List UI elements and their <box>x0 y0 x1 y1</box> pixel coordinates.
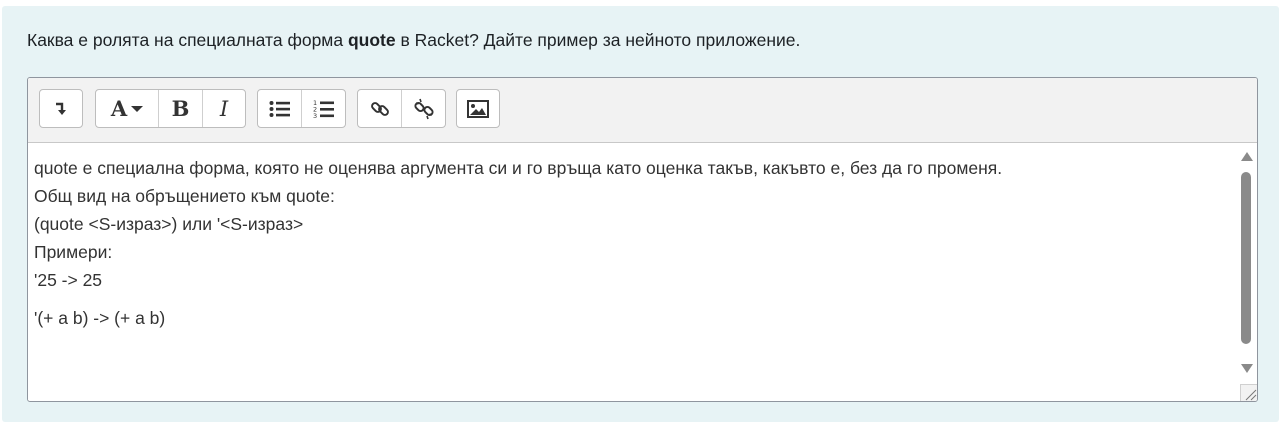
chevron-down-icon <box>131 105 144 112</box>
answer-line: (quote <S-израз>) или '<S-израз> <box>34 214 304 234</box>
bold-button[interactable]: B <box>159 90 203 127</box>
answer-editor: A B I 1 2 3 quote е специална форма, коя… <box>27 77 1258 402</box>
toolbar-group-format: A B I <box>95 89 246 128</box>
toolbar-group-collapse <box>39 89 83 128</box>
unordered-list-icon <box>269 100 290 117</box>
unordered-list-button[interactable] <box>258 90 302 127</box>
question-keyword: quote <box>347 30 396 50</box>
editor-toolbar: A B I 1 2 3 <box>28 78 1257 143</box>
answer-line: Общ вид на обръщението към quote: <box>34 186 335 206</box>
ordered-list-button[interactable]: 1 2 3 <box>302 90 345 127</box>
answer-line: '25 -> 25 <box>34 270 103 290</box>
link-button[interactable] <box>358 90 402 127</box>
font-style-icon: A <box>110 96 128 121</box>
answer-textarea[interactable]: quote е специална форма, която не оценяв… <box>28 143 1236 400</box>
font-style-button[interactable]: A <box>96 90 159 127</box>
ordered-list-icon: 1 2 3 <box>313 99 334 119</box>
answer-line: quote е специална форма, която не оценяв… <box>34 158 1003 178</box>
scroll-up-arrow-icon[interactable] <box>1241 152 1253 161</box>
scroll-down-arrow-icon[interactable] <box>1241 364 1253 373</box>
toolbar-group-media <box>456 89 500 128</box>
collapse-toolbar-icon <box>56 102 66 115</box>
vertical-scrollbar[interactable] <box>1236 143 1257 383</box>
question-suffix: в Racket? Дайте пример за нейното прилож… <box>395 30 801 50</box>
question-prefix: Каква е ролята на специалната форма <box>27 30 348 50</box>
resize-grip-icon <box>1245 389 1257 401</box>
unlink-button[interactable] <box>402 90 445 127</box>
italic-icon: I <box>219 96 229 121</box>
question-text: Каква е ролята на специалната форма quot… <box>27 30 800 51</box>
answer-line: '(+ a b) -> (+ a b) <box>34 308 166 328</box>
scrollbar-thumb[interactable] <box>1241 172 1251 344</box>
bold-icon: B <box>171 96 190 121</box>
unlink-icon <box>413 98 434 119</box>
collapse-toolbar-button[interactable] <box>40 90 82 127</box>
toolbar-group-lists: 1 2 3 <box>257 89 346 128</box>
toolbar-group-links <box>357 89 446 128</box>
link-icon <box>370 101 389 116</box>
answer-line: Примери: <box>34 242 113 262</box>
resize-handle[interactable] <box>1240 384 1257 401</box>
question-panel: Каква е ролята на специалната форма quot… <box>2 6 1279 422</box>
image-icon <box>467 99 489 118</box>
italic-button[interactable]: I <box>203 90 245 127</box>
image-button[interactable] <box>457 90 499 127</box>
svg-text:3: 3 <box>313 112 317 119</box>
